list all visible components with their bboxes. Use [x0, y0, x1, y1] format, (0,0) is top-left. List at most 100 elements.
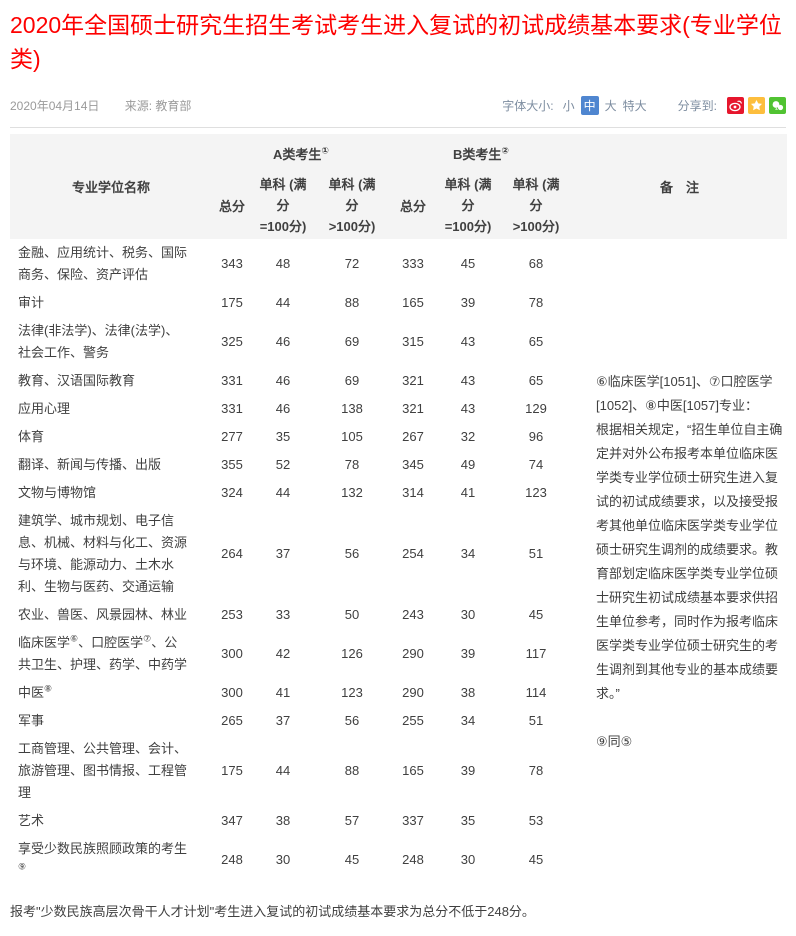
- degree-name-cell: 艺术: [10, 807, 212, 835]
- header-group-a: A类考生①: [212, 134, 390, 172]
- score-cell: 114: [500, 679, 572, 707]
- score-cell: 248: [390, 835, 436, 885]
- table-header: 专业学位名称 A类考生① B类考生② 备 注 总分 单科 (满 分 =100分)…: [10, 134, 787, 239]
- table-row: 金融、应用统计、税务、国际商务、保险、资产评估34348723334568⑥临床…: [10, 239, 787, 289]
- score-cell: 34: [436, 707, 500, 735]
- score-cell: 41: [436, 479, 500, 507]
- score-cell: 78: [314, 451, 390, 479]
- degree-name-cell: 金融、应用统计、税务、国际商务、保险、资产评估: [10, 239, 212, 289]
- score-cell: 37: [252, 707, 314, 735]
- degree-name-cell: 军事: [10, 707, 212, 735]
- font-size-label: 字体大小:: [502, 97, 553, 114]
- degree-name-cell: 体育: [10, 423, 212, 451]
- article-page: 2020年全国硕士研究生招生考试考生进入复试的初试成绩基本要求(专业学位类) 2…: [0, 0, 796, 936]
- score-cell: 52: [252, 451, 314, 479]
- score-cell: 35: [436, 807, 500, 835]
- score-cell: 165: [390, 735, 436, 807]
- score-cell: 265: [212, 707, 252, 735]
- score-cell: 46: [252, 367, 314, 395]
- score-cell: 138: [314, 395, 390, 423]
- table-body: 金融、应用统计、税务、国际商务、保险、资产评估34348723334568⑥临床…: [10, 239, 787, 885]
- degree-name-cell: 应用心理: [10, 395, 212, 423]
- score-cell: 347: [212, 807, 252, 835]
- score-cell: 41: [252, 679, 314, 707]
- score-cell: 32: [436, 423, 500, 451]
- score-cell: 314: [390, 479, 436, 507]
- font-size-xlarge[interactable]: 特大: [623, 97, 647, 114]
- score-cell: 123: [314, 679, 390, 707]
- score-cell: 321: [390, 367, 436, 395]
- weibo-icon[interactable]: [727, 97, 744, 114]
- score-cell: 33: [252, 601, 314, 629]
- score-cell: 254: [390, 507, 436, 601]
- score-cell: 300: [212, 629, 252, 679]
- score-cell: 324: [212, 479, 252, 507]
- footnote: 报考"少数民族高层次骨干人才计划"考生进入复试的初试成绩基本要求为总分不低于24…: [10, 901, 786, 920]
- header-degree-name: 专业学位名称: [10, 134, 212, 239]
- wechat-icon[interactable]: [769, 97, 786, 114]
- score-cell: 30: [436, 601, 500, 629]
- header-total-b: 总分: [390, 172, 436, 239]
- score-cell: 43: [436, 395, 500, 423]
- score-cell: 343: [212, 239, 252, 289]
- score-cell: 72: [314, 239, 390, 289]
- score-cell: 331: [212, 367, 252, 395]
- degree-name-cell: 临床医学⑥、口腔医学⑦、公共卫生、护理、药学、中药学: [10, 629, 212, 679]
- font-size-medium[interactable]: 中: [581, 96, 599, 115]
- score-cell: 248: [212, 835, 252, 885]
- score-cell: 50: [314, 601, 390, 629]
- score-cell: 78: [500, 735, 572, 807]
- score-cell: 44: [252, 735, 314, 807]
- score-cell: 51: [500, 507, 572, 601]
- score-cell: 43: [436, 317, 500, 367]
- degree-name-cell: 农业、兽医、风景园林、林业: [10, 601, 212, 629]
- score-cell: 48: [252, 239, 314, 289]
- score-cell: 321: [390, 395, 436, 423]
- score-requirements-table: 专业学位名称 A类考生① B类考生② 备 注 总分 单科 (满 分 =100分)…: [10, 134, 787, 885]
- header-remark: 备 注: [572, 134, 787, 239]
- meta-bar: 2020年04月14日 来源: 教育部 字体大小: 小 中 大 特大 分享到:: [10, 92, 786, 128]
- score-cell: 57: [314, 807, 390, 835]
- score-cell: 53: [500, 807, 572, 835]
- degree-name-cell: 审计: [10, 289, 212, 317]
- score-cell: 264: [212, 507, 252, 601]
- score-cell: 325: [212, 317, 252, 367]
- page-title: 2020年全国硕士研究生招生考试考生进入复试的初试成绩基本要求(专业学位类): [10, 8, 786, 76]
- score-cell: 46: [252, 395, 314, 423]
- score-cell: 44: [252, 289, 314, 317]
- score-cell: 69: [314, 367, 390, 395]
- score-cell: 290: [390, 629, 436, 679]
- score-cell: 49: [436, 451, 500, 479]
- score-cell: 35: [252, 423, 314, 451]
- degree-name-cell: 建筑学、城市规划、电子信息、机械、材料与化工、资源与环境、能源动力、土木水利、生…: [10, 507, 212, 601]
- header-single-eq100-a: 单科 (满 分 =100分): [252, 172, 314, 239]
- score-cell: 337: [390, 807, 436, 835]
- score-cell: 39: [436, 629, 500, 679]
- header-single-gt100-a: 单科 (满 分 >100分): [314, 172, 390, 239]
- score-cell: 45: [500, 601, 572, 629]
- degree-name-cell: 享受少数民族照顾政策的考生⑨: [10, 835, 212, 885]
- header-group-b: B类考生②: [390, 134, 572, 172]
- score-cell: 39: [436, 289, 500, 317]
- meta-right: 字体大小: 小 中 大 特大 分享到:: [502, 96, 786, 115]
- header-single-gt100-b: 单科 (满 分 >100分): [500, 172, 572, 239]
- font-size-large[interactable]: 大: [605, 97, 617, 114]
- degree-name-cell: 教育、汉语国际教育: [10, 367, 212, 395]
- degree-name-cell: 法律(非法学)、法律(法学)、社会工作、警务: [10, 317, 212, 367]
- score-cell: 267: [390, 423, 436, 451]
- score-cell: 255: [390, 707, 436, 735]
- score-cell: 43: [436, 367, 500, 395]
- share-label: 分享到:: [678, 97, 717, 114]
- score-cell: 34: [436, 507, 500, 601]
- score-cell: 65: [500, 367, 572, 395]
- font-size-small[interactable]: 小: [563, 97, 575, 114]
- score-cell: 51: [500, 707, 572, 735]
- score-cell: 38: [252, 807, 314, 835]
- score-cell: 69: [314, 317, 390, 367]
- score-cell: 345: [390, 451, 436, 479]
- remark-cell: ⑥临床医学[1051]、⑦口腔医学[1052]、⑧中医[1057]专业： 根据相…: [572, 239, 787, 885]
- score-cell: 38: [436, 679, 500, 707]
- qzone-icon[interactable]: [748, 97, 765, 114]
- header-single-eq100-b: 单科 (满 分 =100分): [436, 172, 500, 239]
- score-cell: 88: [314, 735, 390, 807]
